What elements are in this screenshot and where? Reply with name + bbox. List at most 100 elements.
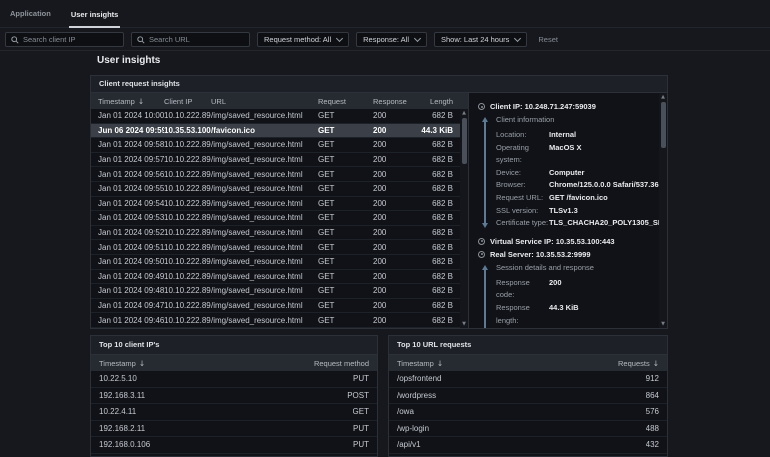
column-header-timestamp[interactable]: Timestamp↓ — [397, 359, 443, 368]
table-row[interactable]: Jan 01 2024 09:5810.10.222.89/img/saved_… — [91, 138, 460, 153]
scroll-up-icon[interactable]: ▲ — [661, 93, 665, 101]
scrollbar-thumb[interactable] — [661, 102, 666, 148]
scroll-up-icon[interactable]: ▲ — [462, 109, 466, 117]
detail-field: SSL version:TLSv1.3 — [496, 205, 659, 218]
request-method-dropdown[interactable]: Request method: All — [257, 32, 349, 47]
table-cell: 912 — [646, 374, 659, 383]
scrollbar-thumb[interactable] — [462, 118, 467, 164]
table-cell: 682 B — [420, 213, 453, 222]
detail-field: Operating system:MacOS X — [496, 142, 659, 167]
table-row[interactable]: /opsfrontend912 — [389, 371, 667, 388]
table-row[interactable]: 192.168.3.11POST — [91, 388, 377, 405]
column-header-length[interactable]: Length — [420, 97, 453, 106]
search-icon — [11, 36, 19, 44]
response-dropdown[interactable]: Response: All — [356, 32, 427, 47]
column-header-label: Client IP — [164, 97, 192, 106]
table-cell: /img/saved_resource.html — [211, 170, 318, 179]
table-cell: 10.22.4.11 — [99, 407, 136, 416]
scroll-down-icon[interactable]: ▼ — [462, 320, 466, 328]
real-server-heading: Real Server: 10.35.53.2:9999 — [478, 250, 659, 259]
reset-button[interactable]: Reset — [538, 35, 558, 44]
table-row[interactable]: Jan 01 2024 09:5410.10.222.89/img/saved_… — [91, 197, 460, 212]
table-row[interactable]: /wordpress864 — [389, 388, 667, 405]
column-header-request-method[interactable]: Request method — [314, 359, 369, 368]
table-row[interactable]: Jan 01 2024 09:5610.10.222.89/img/saved_… — [91, 167, 460, 182]
table-row[interactable]: 10.22.4.11GET — [91, 404, 377, 421]
column-header-url[interactable]: URL — [211, 97, 318, 106]
client-request-table: Timestamp↓Client IP URL RequestResponseLen… — [91, 93, 469, 328]
table-cell: 200 — [373, 140, 420, 149]
flow-arrow-icon — [481, 265, 489, 328]
client-ip-heading-text: Client IP: 10.248.71.247:59039 — [490, 102, 596, 111]
chevron-down-icon — [414, 35, 421, 42]
table-row[interactable]: /api/v1432 — [389, 437, 667, 454]
table-row[interactable]: 10.22.5.10PUT — [91, 371, 377, 388]
top-url-requests-title: Top 10 URL requests — [389, 336, 667, 355]
table-cell: 10.10.222.89 — [164, 199, 211, 208]
tab-application[interactable]: Application — [8, 9, 53, 27]
table-cell: /api/v1 — [397, 440, 421, 449]
table-cell: 10.35.53.100 — [164, 126, 211, 135]
table-cell: 192.168.2.11 — [99, 424, 145, 433]
detail-field-value: MacOS X — [549, 142, 582, 167]
table-cell: 576 — [646, 407, 659, 416]
table-cell: 200 — [373, 286, 420, 295]
client-request-table-header: Timestamp↓Client IP URL RequestResponseLen… — [91, 93, 468, 109]
table-row[interactable]: 192.168.2.11PUT — [91, 421, 377, 438]
table-row[interactable]: Jan 01 2024 09:5510.10.222.89/img/saved_… — [91, 182, 460, 197]
table-cell: /wp-login — [397, 424, 429, 433]
table-row[interactable]: /wp-login488 — [389, 421, 667, 438]
table-cell: GET — [318, 184, 373, 193]
table-row[interactable]: Jan 01 2024 09:4810.10.222.89/img/saved_… — [91, 284, 460, 299]
table-row[interactable]: 192.168.0.106PUT — [91, 437, 377, 454]
column-header-timestamp[interactable]: Timestamp↓ — [98, 97, 164, 106]
table-row[interactable]: Jan 01 2024 09:5010.10.222.89/img/saved_… — [91, 255, 460, 270]
top-url-requests-header-row: Timestamp↓ Requests↓ — [389, 355, 667, 371]
sort-desc-icon: ↓ — [138, 97, 144, 106]
search-client-ip-input[interactable] — [23, 35, 118, 44]
table-cell: /owa — [397, 407, 414, 416]
table-cell: GET — [318, 286, 373, 295]
scroll-down-icon[interactable]: ▼ — [661, 320, 665, 328]
table-row[interactable]: Jan 01 2024 09:4710.10.222.89/img/saved_… — [91, 299, 460, 314]
detail-field: Location:Internal — [496, 129, 659, 142]
table-row[interactable]: Jan 01 2024 09:5110.10.222.89/img/saved_… — [91, 240, 460, 255]
client-request-insights-panel: Client request insights Timestamp↓Client… — [90, 75, 668, 329]
table-row[interactable]: Jan 01 2024 09:5710.10.222.89/img/saved_… — [91, 153, 460, 168]
column-header-label: URL — [211, 97, 226, 106]
table-row[interactable]: Jan 01 2024 09:5210.10.222.89/img/saved_… — [91, 226, 460, 241]
table-row[interactable]: Jan 01 2024 09:5310.10.222.89/img/saved_… — [91, 211, 460, 226]
table-cell: /img/saved_resource.html — [211, 228, 318, 237]
show-timerange-dropdown[interactable]: Show: Last 24 hours — [434, 32, 527, 47]
table-cell: Jan 01 2024 09:50 — [98, 257, 164, 266]
table-row[interactable]: Jan 01 2024 10:0010.10.222.89/img/saved_… — [91, 109, 460, 124]
show-timerange-dropdown-label: Show: Last 24 hours — [441, 35, 509, 44]
table-cell: 682 B — [420, 286, 453, 295]
table-row[interactable]: Jan 01 2024 09:4610.10.222.89/img/saved_… — [91, 313, 460, 328]
column-header-client-ip[interactable]: Client IP — [164, 97, 211, 106]
table-scrollbar[interactable]: ▲ ▼ — [460, 109, 468, 328]
table-row[interactable]: /owa 576 — [389, 404, 667, 421]
session-details-group: Session details and response Response co… — [480, 263, 659, 328]
column-header-request[interactable]: Request — [318, 97, 373, 106]
table-cell: 682 B — [420, 155, 453, 164]
table-cell: 192.168.0.106 — [99, 440, 150, 449]
client-information-fields: Location:InternalOperating system:MacOS … — [496, 129, 659, 230]
column-header-label: Timestamp — [99, 359, 136, 368]
details-scrollbar[interactable]: ▲ ▼ — [659, 93, 667, 328]
column-header-response[interactable]: Response — [373, 97, 420, 106]
client-information-title: Client information — [496, 115, 659, 124]
client-request-table-body: Jan 01 2024 10:0010.10.222.89/img/saved_… — [91, 109, 460, 328]
table-cell: 682 B — [420, 199, 453, 208]
table-row[interactable]: Jun 06 2024 09:5910.35.53.100/favicon.ic… — [91, 124, 460, 139]
table-cell: 200 — [373, 199, 420, 208]
top-client-ips-title: Top 10 client IP's — [91, 336, 377, 355]
tab-user-insights[interactable]: User insights — [69, 10, 121, 28]
table-cell: Jan 01 2024 09:55 — [98, 184, 164, 193]
search-url-input[interactable] — [149, 35, 244, 44]
table-row[interactable]: Jan 01 2024 09:4910.10.222.89/img/saved_… — [91, 270, 460, 285]
column-header-timestamp[interactable]: Timestamp↓ — [99, 359, 145, 368]
column-header-requests[interactable]: Requests↓ — [618, 359, 659, 368]
top-client-ips-panel: Top 10 client IP's Timestamp↓ Request met… — [90, 335, 378, 457]
table-cell: 200 — [373, 316, 420, 325]
